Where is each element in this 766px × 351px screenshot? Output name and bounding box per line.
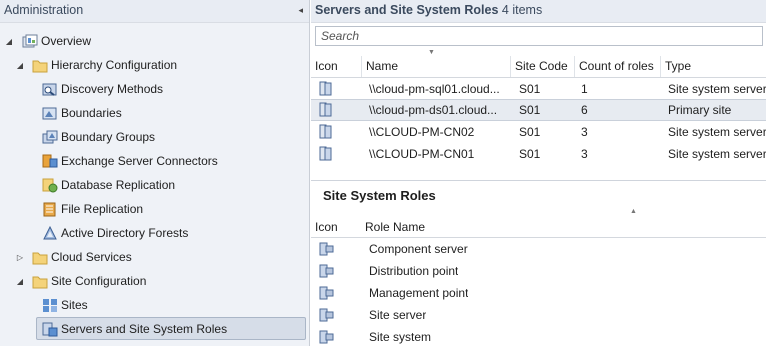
cell-count-of-roles: 6 (581, 103, 588, 117)
list-item[interactable]: Site server (311, 304, 766, 326)
cell-count-of-roles: 1 (581, 82, 588, 96)
list-item[interactable]: Component server (311, 238, 766, 260)
tree-item-overview[interactable]: ◢ Overview (0, 30, 300, 53)
cell-type: Site system server (668, 82, 766, 96)
role-name: Distribution point (369, 264, 459, 278)
cell-site-code: S01 (519, 82, 541, 96)
tree-item-cloud-services[interactable]: ▷ Cloud Services (0, 246, 300, 269)
cell-site-code: S01 (519, 103, 541, 117)
tree-item-exchange-server-connectors[interactable]: Exchange Server Connectors (0, 150, 300, 173)
search-input[interactable]: Search (315, 26, 763, 46)
table-row[interactable]: \\CLOUD-PM-CN01 S01 3 Site system server (311, 143, 766, 165)
collapsed-arrow-icon[interactable]: ▷ (15, 246, 25, 269)
site-system-roles-title: Site System Roles (323, 188, 436, 203)
item-count: 4 items (501, 3, 543, 17)
column-header-icon[interactable]: Icon (311, 217, 359, 237)
column-header-site-code[interactable]: Site Code (510, 56, 574, 77)
list-item[interactable]: Distribution point (311, 260, 766, 282)
pane-divider[interactable] (311, 180, 766, 181)
column-header-type[interactable]: Type (660, 56, 766, 77)
folder-icon (32, 274, 48, 289)
folder-icon (32, 58, 48, 73)
tree-item-label: File Replication (61, 202, 144, 216)
tree-item-label: Sites (61, 298, 88, 312)
tree-item-label: Boundary Groups (61, 130, 156, 144)
role-name: Site system (369, 330, 432, 344)
cell-name: \\cloud-pm-sql01.cloud... (369, 82, 500, 96)
ad-forest-icon (42, 225, 58, 241)
cell-name: \\CLOUD-PM-CN01 (369, 147, 475, 161)
tree-item-database-replication[interactable]: Database Replication (0, 174, 300, 197)
tree-item-label: Boundaries (61, 106, 122, 120)
navigation-pane: Administration ◂ ◢ Overview ◢ Hierarchy … (0, 0, 310, 346)
list-item[interactable]: Management point (311, 282, 766, 304)
tree-item-hierarchy-configuration[interactable]: ◢ Hierarchy Configuration (0, 54, 300, 77)
boundary-group-icon (42, 130, 58, 145)
role-name: Component server (369, 242, 468, 256)
tree-item-active-directory-forests[interactable]: Active Directory Forests (0, 222, 300, 245)
sort-indicator-icon: ▲ (630, 208, 637, 215)
role-name: Management point (369, 286, 469, 300)
tree-item-file-replication[interactable]: File Replication (0, 198, 300, 221)
collapse-pane-icon[interactable]: ◂ (298, 0, 303, 20)
tree-item-site-configuration[interactable]: ◢ Site Configuration (0, 270, 300, 293)
tree-item-boundary-groups[interactable]: Boundary Groups (0, 126, 300, 149)
server-icon (319, 146, 333, 168)
cell-type: Primary site (668, 103, 732, 117)
tree-item-label: Active Directory Forests (61, 226, 189, 240)
discovery-icon (42, 82, 58, 97)
column-header-role-name[interactable]: Role Name (361, 217, 661, 237)
column-header-icon[interactable]: Icon (311, 56, 359, 77)
expanded-arrow-icon[interactable]: ◢ (15, 270, 25, 293)
role-icon (319, 329, 335, 351)
content-pane: Servers and Site System Roles 4 items Se… (311, 0, 766, 346)
content-title: Servers and Site System Roles (315, 3, 499, 17)
tree-item-label: Site Configuration (51, 274, 147, 288)
boundary-icon (42, 106, 58, 121)
servers-table-header: Icon Name Site Code Count of roles Type (311, 56, 766, 78)
overview-icon (22, 34, 38, 49)
servers-roles-icon (42, 322, 58, 337)
cell-site-code: S01 (519, 147, 541, 161)
tree-item-label: Overview (41, 34, 92, 48)
tree-item-label: Exchange Server Connectors (61, 154, 218, 168)
table-row[interactable]: \\cloud-pm-ds01.cloud... S01 6 Primary s… (311, 99, 766, 121)
content-header: Servers and Site System Roles 4 items (311, 0, 766, 23)
tree-item-boundaries[interactable]: Boundaries (0, 102, 300, 125)
cell-count-of-roles: 3 (581, 125, 588, 139)
column-header-count-of-roles[interactable]: Count of roles (574, 56, 660, 77)
roles-table-header: Icon Role Name (311, 217, 766, 238)
exchange-connector-icon (42, 154, 58, 169)
table-row[interactable]: \\CLOUD-PM-CN02 S01 3 Site system server (311, 121, 766, 143)
tree-item-label: Hierarchy Configuration (51, 58, 178, 72)
role-name: Site server (369, 308, 427, 322)
cell-count-of-roles: 3 (581, 147, 588, 161)
table-row[interactable]: \\cloud-pm-sql01.cloud... S01 1 Site sys… (311, 78, 766, 100)
tree-item-label: Cloud Services (51, 250, 132, 264)
expanded-arrow-icon[interactable]: ◢ (15, 54, 25, 77)
cell-name: \\cloud-pm-ds01.cloud... (369, 103, 498, 117)
database-replication-icon (42, 178, 58, 193)
expanded-arrow-icon[interactable]: ◢ (4, 30, 14, 53)
tree-item-discovery-methods[interactable]: Discovery Methods (0, 78, 300, 101)
tree-item-label: Database Replication (61, 178, 176, 192)
sites-icon (42, 298, 58, 313)
nav-header-title: Administration (4, 3, 84, 17)
file-replication-icon (42, 202, 58, 217)
cell-site-code: S01 (519, 125, 541, 139)
server-icon (319, 102, 333, 123)
tree-item-servers-and-site-system-roles[interactable]: Servers and Site System Roles (36, 317, 306, 340)
sort-indicator-icon: ▼ (428, 49, 435, 56)
folder-icon (32, 250, 48, 265)
tree-item-label: Servers and Site System Roles (61, 322, 228, 336)
list-item[interactable]: Site system (311, 326, 766, 348)
column-header-name[interactable]: Name (361, 56, 510, 77)
nav-header: Administration ◂ (0, 0, 309, 23)
cell-type: Site system server (668, 147, 766, 161)
tree-item-label: Discovery Methods (61, 82, 164, 96)
cell-type: Site system server (668, 125, 766, 139)
cell-name: \\CLOUD-PM-CN02 (369, 125, 475, 139)
tree-item-sites[interactable]: Sites (0, 294, 300, 317)
